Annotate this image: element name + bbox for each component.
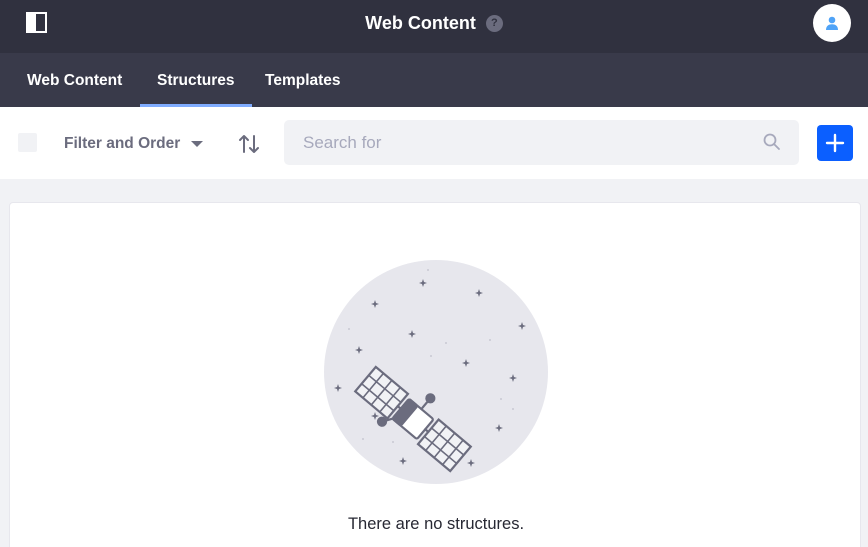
nav-tabs: Web Content Structures Templates <box>0 53 868 107</box>
plus-icon <box>825 133 845 153</box>
page-title: Web Content <box>365 12 476 33</box>
header-title-group: Web Content ? <box>0 0 868 46</box>
filter-and-order-button[interactable]: Filter and Order <box>64 133 204 155</box>
user-icon <box>826 16 838 30</box>
management-toolbar: Filter and Order <box>0 107 868 179</box>
satellite-icon <box>324 260 548 484</box>
user-avatar[interactable] <box>813 4 851 42</box>
order-arrow-icon <box>239 135 259 153</box>
sort-order-button[interactable] <box>237 132 261 156</box>
filter-and-order-label: Filter and Order <box>64 135 181 152</box>
empty-state-message: There are no structures. <box>347 515 525 533</box>
add-button[interactable] <box>817 125 853 161</box>
top-header: Web Content ? <box>0 0 868 53</box>
search-bar <box>284 120 799 165</box>
search-icon[interactable] <box>762 132 782 152</box>
empty-state-card: There are no structures. <box>9 202 861 547</box>
search-input[interactable] <box>284 120 754 165</box>
select-all-checkbox[interactable] <box>18 133 37 152</box>
tab-templates[interactable]: Templates <box>265 53 341 107</box>
tab-structures[interactable]: Structures <box>140 53 251 107</box>
help-icon[interactable]: ? <box>485 14 503 32</box>
tab-web-content[interactable]: Web Content <box>27 53 122 107</box>
caret-down-icon <box>191 141 204 147</box>
